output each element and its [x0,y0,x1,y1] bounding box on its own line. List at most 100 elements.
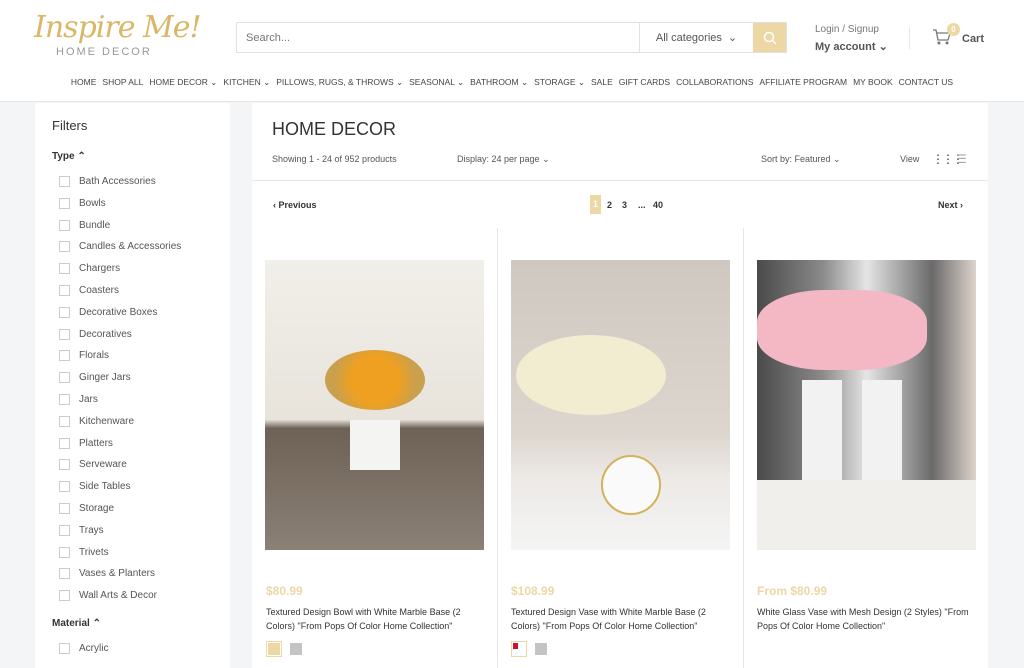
chevron-up-icon: ⌃ [92,618,101,629]
filter-option[interactable]: Decorative Boxes [59,306,157,318]
nav-item[interactable]: MY BOOK [853,77,893,87]
filter-option[interactable]: Vases & Planters [59,568,155,580]
checkbox[interactable] [59,415,70,427]
filter-option[interactable]: Platters [59,437,113,449]
checkbox[interactable] [59,176,70,187]
color-swatch[interactable] [535,643,547,655]
filter-option[interactable]: Side Tables [59,481,131,493]
page-link[interactable]: 2 [607,200,612,210]
product-price: $80.99 [266,584,303,598]
product-name[interactable]: Textured Design Bowl with White Marble B… [266,605,491,633]
filter-option[interactable]: Kitchenware [59,415,134,427]
product-name[interactable]: Textured Design Vase with White Marble B… [511,605,736,633]
checkbox[interactable] [59,590,70,602]
checkbox[interactable] [59,328,70,340]
page-link: ... [638,200,646,210]
checkbox[interactable] [59,372,70,384]
product-image[interactable] [511,260,730,550]
checkbox[interactable] [59,285,70,296]
previous-link[interactable]: ‹ Previous [273,200,317,210]
checkbox[interactable] [59,306,70,318]
checkbox[interactable] [59,643,70,654]
filter-option[interactable]: Bundle [59,219,110,231]
product-name[interactable]: White Glass Vase with Mesh Design (2 Sty… [757,605,982,633]
filter-option[interactable]: Coasters [59,285,119,296]
cart-count: 0 [947,23,960,36]
checkbox[interactable] [59,524,70,536]
list-view-icon[interactable]: ☰ [956,152,967,166]
filter-option[interactable]: Bowls [59,197,106,209]
page-link[interactable]: 1 [590,195,601,214]
search-button[interactable] [753,23,786,52]
nav-item[interactable]: STORAGE ⌄ [534,77,585,87]
checkbox[interactable] [59,481,70,493]
nav-item[interactable]: COLLABORATIONS [676,77,753,87]
nav-item[interactable]: BATHROOM ⌄ [470,77,528,87]
divider [252,180,988,181]
checkbox[interactable] [59,197,70,209]
filter-option[interactable]: Chargers [59,263,120,275]
nav-item[interactable]: GIFT CARDS [619,77,670,87]
nav-item[interactable]: SHOP ALL [102,77,143,87]
search-icon [763,31,777,45]
color-swatch[interactable] [290,643,302,655]
cart-icon: 0 [932,23,960,49]
search-input[interactable] [237,23,639,52]
account-menu[interactable]: Login / Signup My account ⌄ [815,24,888,53]
display-select[interactable]: Display: 24 per page ⌄ [457,154,550,165]
cart-button[interactable]: 0 Cart [932,23,984,49]
site-header: Inspire Me!HOME DECOR All categories⌄ Lo… [0,0,1024,102]
category-select[interactable]: All categories ⌄ [639,23,753,52]
nav-item[interactable]: PILLOWS, RUGS, & THROWS ⌄ [276,77,403,87]
filters-title: Filters [52,118,88,133]
product-image[interactable] [757,260,976,550]
nav-item[interactable]: CONTACT US [899,77,953,87]
filter-option[interactable]: Trays [59,524,104,536]
filter-option[interactable]: Ginger Jars [59,372,131,384]
color-swatch[interactable] [266,641,282,657]
page-link[interactable]: 40 [653,200,663,210]
checkbox[interactable] [59,437,70,449]
color-swatch[interactable] [511,641,527,657]
divider [909,27,910,49]
checkbox[interactable] [59,350,70,362]
nav-item[interactable]: KITCHEN ⌄ [223,77,270,87]
page-link[interactable]: 3 [622,200,627,210]
product-listing: HOME DECOR Showing 1 - 24 of 952 product… [252,103,988,668]
filter-option[interactable]: Acrylic [59,643,108,654]
filter-option[interactable]: Candles & Accessories [59,241,181,253]
checkbox[interactable] [59,241,70,253]
filter-option[interactable]: Wall Arts & Decor [59,590,157,602]
logo[interactable]: Inspire Me! HOME DECOR [34,10,214,62]
nav-item[interactable]: AFFILIATE PROGRAM [759,77,847,87]
filter-option[interactable]: Bath Accessories [59,176,156,187]
page-title: HOME DECOR [272,119,397,139]
main-nav: HOME SHOP ALL HOME DECOR ⌄ KITCHEN ⌄ PILLOWS… [0,77,1024,88]
nav-item[interactable]: HOME DECOR ⌄ [149,77,217,87]
checkbox[interactable] [59,546,70,558]
nav-item[interactable]: SALE [591,77,613,87]
checkbox[interactable] [59,459,70,471]
checkbox[interactable] [59,263,70,275]
product-image[interactable] [265,260,484,550]
filter-option[interactable]: Florals [59,350,109,362]
product-price: $108.99 [511,584,555,598]
next-link[interactable]: Next › [938,200,963,210]
filter-group-type[interactable]: Type ⌃ [52,151,86,162]
checkbox[interactable] [59,219,70,231]
checkbox[interactable] [59,503,70,514]
filter-option[interactable]: Storage [59,503,114,514]
sort-select[interactable]: Sort by: Featured ⌄ [761,154,841,165]
chevron-up-icon: ⌃ [77,151,86,162]
filter-option[interactable]: Jars [59,394,98,405]
filter-option[interactable]: Trivets [59,546,109,558]
checkbox[interactable] [59,568,70,580]
nav-item[interactable]: HOME [71,77,97,87]
filter-group-material[interactable]: Material ⌃ [52,618,101,629]
checkbox[interactable] [59,394,70,405]
nav-item[interactable]: SEASONAL ⌄ [409,77,464,87]
filter-option[interactable]: Serveware [59,459,127,471]
chevron-down-icon: ⌄ [727,32,738,44]
filter-option[interactable]: Decoratives [59,328,132,340]
product-count: Showing 1 - 24 of 952 products [272,154,397,164]
